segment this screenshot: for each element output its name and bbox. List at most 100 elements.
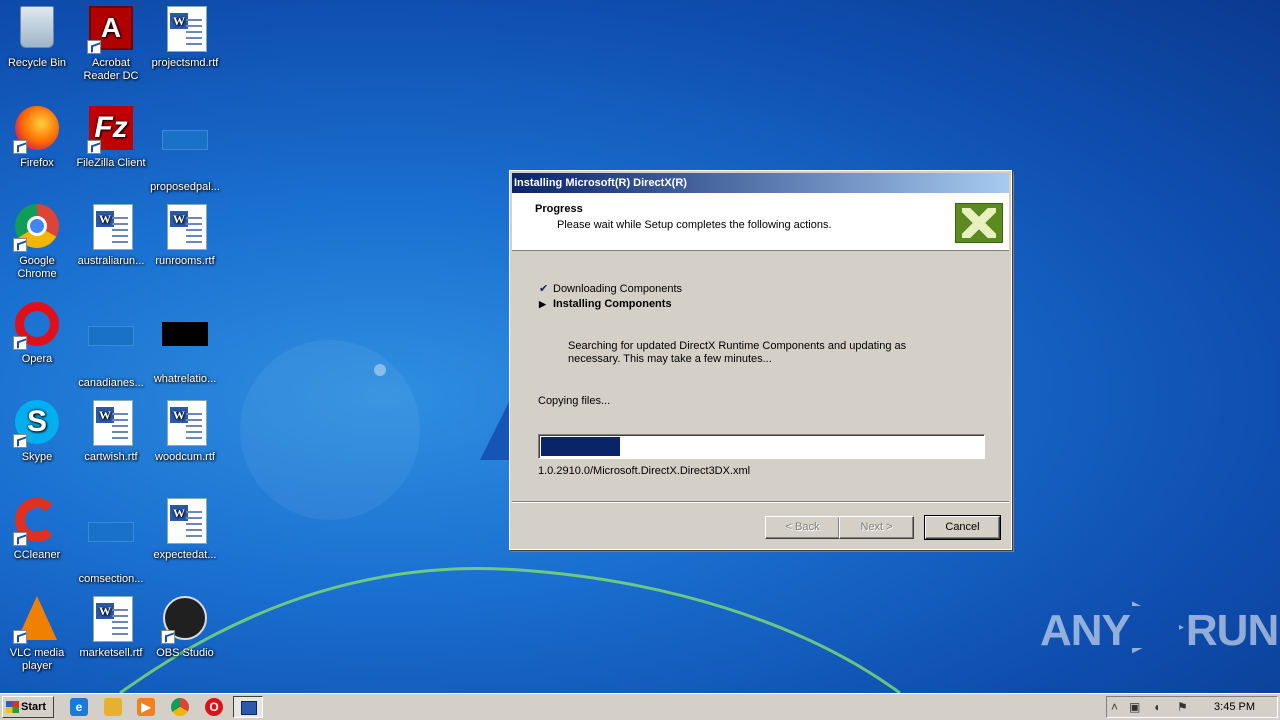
arrow-right-icon: ▶ — [539, 299, 546, 309]
firefox-graphic — [13, 106, 61, 154]
opera-label: Opera — [21, 353, 53, 365]
windows-logo-icon — [6, 701, 19, 713]
file-label: comsection... — [78, 573, 144, 585]
chrome-graphic — [13, 204, 61, 252]
volume-icon[interactable]: ◖ — [1153, 700, 1160, 714]
cartwish-file-icon[interactable]: W cartwish.rtf — [74, 400, 148, 464]
word-doc-icon: W — [161, 400, 209, 448]
opera-icon[interactable]: Opera — [0, 302, 74, 366]
word-doc-icon: W — [87, 596, 135, 644]
back-button[interactable]: < Back — [765, 516, 840, 539]
clock[interactable]: 3:45 PM — [1214, 701, 1255, 713]
filezilla-label: FileZilla Client — [76, 157, 146, 169]
file-label: proposedpal... — [150, 181, 220, 193]
network-icon[interactable]: ▣ — [1129, 700, 1140, 714]
filezilla-icon[interactable]: Fz FileZilla Client — [74, 106, 148, 170]
word-doc-icon: W — [161, 204, 209, 252]
button-separator — [512, 501, 1009, 503]
file-label: marketsell.rtf — [79, 647, 143, 659]
next-button[interactable]: Next > — [839, 516, 914, 539]
acrobat-reader-icon[interactable]: A Acrobat Reader DC — [74, 6, 148, 83]
installer-task-button[interactable] — [233, 696, 263, 718]
obs-graphic — [161, 596, 209, 644]
file-explorer-icon[interactable] — [104, 698, 122, 716]
cancel-button[interactable]: Cancel — [924, 515, 1001, 540]
step-label: Installing Components — [553, 298, 672, 310]
shortcut-arrow-icon — [13, 630, 27, 644]
start-button[interactable]: Start — [2, 696, 54, 718]
file-label: expectedat... — [153, 549, 217, 561]
projectsmd-file-icon[interactable]: W projectsmd.rtf — [148, 6, 222, 70]
progress-bar — [538, 434, 985, 459]
obs-studio-icon[interactable]: OBS Studio — [148, 596, 222, 660]
blank-file-icon — [87, 326, 135, 374]
show-hidden-icons-icon[interactable]: ˄ — [1111, 700, 1118, 714]
woodcum-file-icon[interactable]: W woodcum.rtf — [148, 400, 222, 464]
firefox-label: Firefox — [20, 157, 54, 169]
ccleaner-icon[interactable]: CCleaner — [0, 498, 74, 562]
anyrun-watermark: ANY RUN — [1040, 601, 1279, 659]
canadianes-file-icon[interactable]: canadianes... — [74, 302, 148, 390]
file-label: canadianes... — [78, 377, 144, 389]
filezilla-graphic: Fz — [87, 106, 135, 154]
runrooms-file-icon[interactable]: W runrooms.rtf — [148, 204, 222, 268]
proposedpal-file-icon[interactable]: proposedpal... — [148, 106, 222, 194]
chrome-taskbar-icon[interactable] — [171, 698, 189, 716]
file-label: projectsmd.rtf — [151, 57, 219, 69]
vlc-icon[interactable]: VLC media player — [0, 596, 74, 673]
shortcut-arrow-icon — [13, 336, 27, 350]
recycle-bin-icon[interactable]: Recycle Bin — [0, 6, 74, 70]
current-file-text: 1.0.2910.0/Microsoft.DirectX.Direct3DX.x… — [538, 465, 751, 477]
play-logo-icon — [1131, 601, 1184, 654]
file-label: cartwish.rtf — [84, 451, 138, 463]
australiarun-file-icon[interactable]: W australiarun... — [74, 204, 148, 268]
status-text: Copying files... — [538, 395, 611, 407]
header-subtitle: Please wait while Setup completes the fo… — [557, 219, 832, 231]
obs-label: OBS Studio — [156, 647, 214, 659]
header-title: Progress — [535, 203, 583, 215]
word-doc-icon: W — [87, 204, 135, 252]
watermark-right: RUN — [1185, 606, 1279, 655]
file-label: australiarun... — [77, 255, 145, 267]
opera-taskbar-icon[interactable]: O — [205, 698, 223, 716]
firefox-icon[interactable]: Firefox — [0, 106, 74, 170]
comsection-file-icon[interactable]: comsection... — [74, 498, 148, 586]
checkmark-icon: ✔ — [539, 283, 549, 295]
recycle-bin-graphic — [13, 6, 61, 54]
marketsell-file-icon[interactable]: W marketsell.rtf — [74, 596, 148, 660]
shortcut-arrow-icon — [13, 238, 27, 252]
file-label: whatrelatio... — [153, 373, 217, 385]
watermark-left: ANY — [1040, 606, 1131, 655]
dialog-header: Progress Please wait while Setup complet… — [512, 193, 1009, 251]
internet-explorer-icon[interactable]: e — [70, 698, 88, 716]
acrobat-label: Acrobat Reader DC — [83, 57, 139, 82]
blank-file-icon — [161, 130, 209, 178]
description-text: Searching for updated DirectX Runtime Co… — [568, 340, 907, 365]
file-label: runrooms.rtf — [155, 255, 215, 267]
shortcut-arrow-icon — [161, 630, 175, 644]
action-center-flag-icon[interactable]: ⚑ — [1177, 700, 1188, 714]
word-doc-icon: W — [161, 6, 209, 54]
acrobat-graphic: A — [87, 6, 135, 54]
directx-logo-icon — [955, 203, 1003, 243]
skype-graphic: S — [13, 400, 61, 448]
vlc-label: VLC media player — [9, 647, 65, 672]
google-chrome-icon[interactable]: Google Chrome — [0, 204, 74, 281]
system-tray: ˄ ▣ ◖ ⚑ 3:45 PM — [1106, 696, 1278, 718]
shortcut-arrow-icon — [13, 434, 27, 448]
media-player-icon[interactable]: ▶ — [137, 698, 155, 716]
skype-icon[interactable]: S Skype — [0, 400, 74, 464]
start-label: Start — [21, 701, 47, 713]
chrome-label: Google Chrome — [17, 255, 57, 280]
recycle-bin-label: Recycle Bin — [7, 57, 67, 69]
taskbar: Start e ▶ O ˄ ▣ ◖ ⚑ 3:45 PM — [0, 693, 1280, 720]
word-doc-icon: W — [87, 400, 135, 448]
step-downloading: ✔ Downloading Components — [539, 282, 682, 295]
vlc-cone-icon — [13, 596, 61, 644]
whatrelatio-file-icon[interactable]: whatrelatio... — [148, 302, 222, 386]
dialog-title[interactable]: Installing Microsoft(R) DirectX(R) — [512, 173, 1009, 193]
expectedat-file-icon[interactable]: W expectedat... — [148, 498, 222, 562]
step-label: Downloading Components — [553, 283, 683, 295]
skype-label: Skype — [21, 451, 53, 463]
shortcut-arrow-icon — [13, 140, 27, 154]
